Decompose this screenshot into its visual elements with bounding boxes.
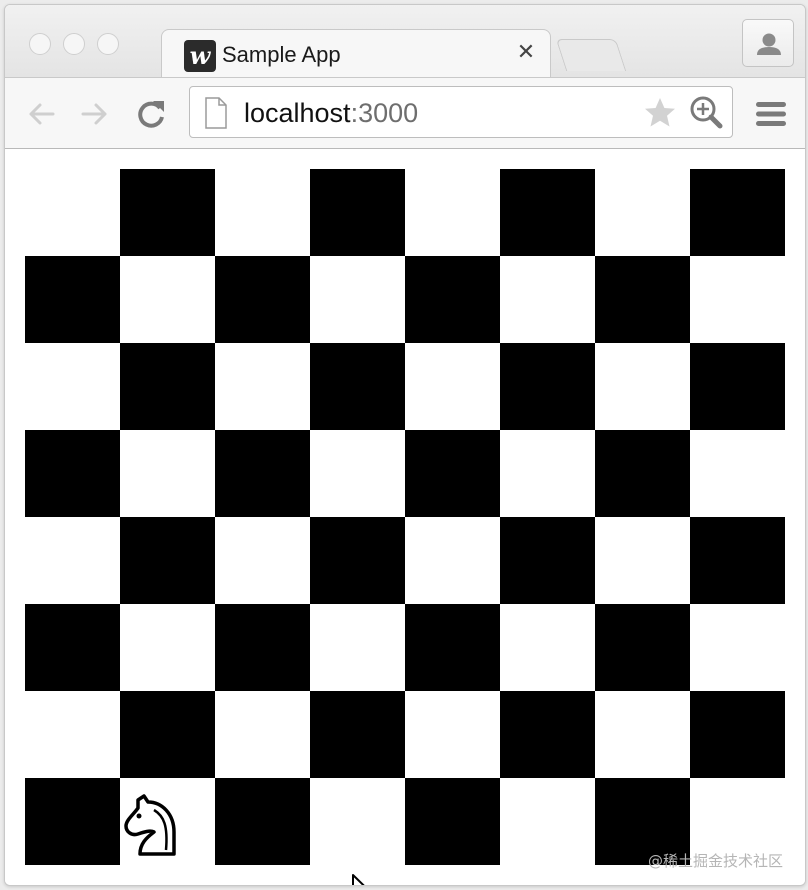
reload-icon [138,101,164,128]
url-text: localhost:3000 [244,98,418,129]
back-button[interactable] [21,94,61,134]
board-square[interactable] [215,343,310,430]
board-square[interactable] [690,691,785,778]
board-square[interactable] [500,517,595,604]
star-icon[interactable] [642,95,678,131]
board-square[interactable] [25,169,120,256]
board-square[interactable] [500,430,595,517]
watermark: @稀土掘金技术社区 [647,852,783,870]
board-square[interactable] [405,517,500,604]
close-window-button[interactable] [29,33,51,55]
close-tab-icon[interactable]: ✕ [514,40,538,64]
board-square[interactable] [310,430,405,517]
board-square[interactable]: ♘ [120,778,215,865]
board-square[interactable] [690,517,785,604]
tab-title: Sample App [222,42,341,67]
board-square[interactable] [120,604,215,691]
board-square[interactable] [120,691,215,778]
board-square[interactable] [25,343,120,430]
board-square[interactable] [120,430,215,517]
board-square[interactable] [310,691,405,778]
person-icon [757,33,781,55]
reload-button[interactable] [131,94,171,134]
board-square[interactable] [595,343,690,430]
board-square[interactable] [215,169,310,256]
arrow-left-icon [29,103,55,125]
board-square[interactable] [405,430,500,517]
board-square[interactable] [120,256,215,343]
mouse-cursor-icon [352,874,365,885]
board-square[interactable] [120,517,215,604]
board-square[interactable] [310,169,405,256]
board-square[interactable] [405,691,500,778]
board-square[interactable] [405,256,500,343]
board-square[interactable] [310,604,405,691]
page-content: ♘ @稀土掘金技术社区 [5,149,805,885]
board-square[interactable] [690,256,785,343]
board-square[interactable] [215,256,310,343]
board-square[interactable] [595,256,690,343]
board-square[interactable] [310,517,405,604]
board-square[interactable] [310,778,405,865]
board-square[interactable] [215,778,310,865]
board-square[interactable] [405,604,500,691]
board-square[interactable] [120,343,215,430]
board-square[interactable] [500,604,595,691]
board-square[interactable] [215,430,310,517]
board-square[interactable] [310,256,405,343]
title-bar: w Sample App ✕ [5,5,805,77]
board-square[interactable] [500,778,595,865]
arrow-right-icon [81,103,107,125]
address-bar[interactable]: localhost:3000 [189,86,733,138]
board-square[interactable] [595,691,690,778]
new-tab-button[interactable] [555,39,627,71]
favicon-icon: w [184,40,216,72]
browser-window: w Sample App ✕ localhost:3000 @稀土掘金技术社区 [4,4,806,886]
hamburger-menu-icon [756,102,786,126]
url-port: :3000 [350,98,419,128]
board-square[interactable] [595,430,690,517]
board-square[interactable] [215,691,310,778]
url-host: localhost [244,98,351,128]
board-square[interactable] [690,430,785,517]
menu-button[interactable] [751,94,791,134]
board-square[interactable] [500,256,595,343]
board-square[interactable] [25,517,120,604]
board-square[interactable] [405,778,500,865]
board-square[interactable] [595,169,690,256]
board-square[interactable] [25,430,120,517]
page-icon [205,97,227,129]
board-square[interactable] [595,517,690,604]
board-square[interactable] [215,604,310,691]
board-square[interactable] [25,778,120,865]
zoom-window-button[interactable] [97,33,119,55]
minimize-window-button[interactable] [63,33,85,55]
board-square[interactable] [25,691,120,778]
board-square[interactable] [500,169,595,256]
chess-board: ♘ [25,169,785,865]
board-square[interactable] [690,604,785,691]
board-square[interactable] [120,169,215,256]
profile-button[interactable] [742,19,794,67]
board-square[interactable] [500,691,595,778]
knight-piece[interactable]: ♘ [120,788,182,860]
tab-sample-app[interactable]: w Sample App ✕ [161,29,551,77]
board-square[interactable] [310,343,405,430]
board-square[interactable] [500,343,595,430]
board-square[interactable] [405,343,500,430]
board-square[interactable] [25,256,120,343]
forward-button[interactable] [75,94,115,134]
board-square[interactable] [405,169,500,256]
board-square[interactable] [25,604,120,691]
board-square[interactable] [215,517,310,604]
board-square[interactable] [690,343,785,430]
board-square[interactable] [595,604,690,691]
board-square[interactable] [690,169,785,256]
browser-toolbar: localhost:3000 [5,77,805,149]
zoom-in-icon[interactable] [688,94,724,132]
